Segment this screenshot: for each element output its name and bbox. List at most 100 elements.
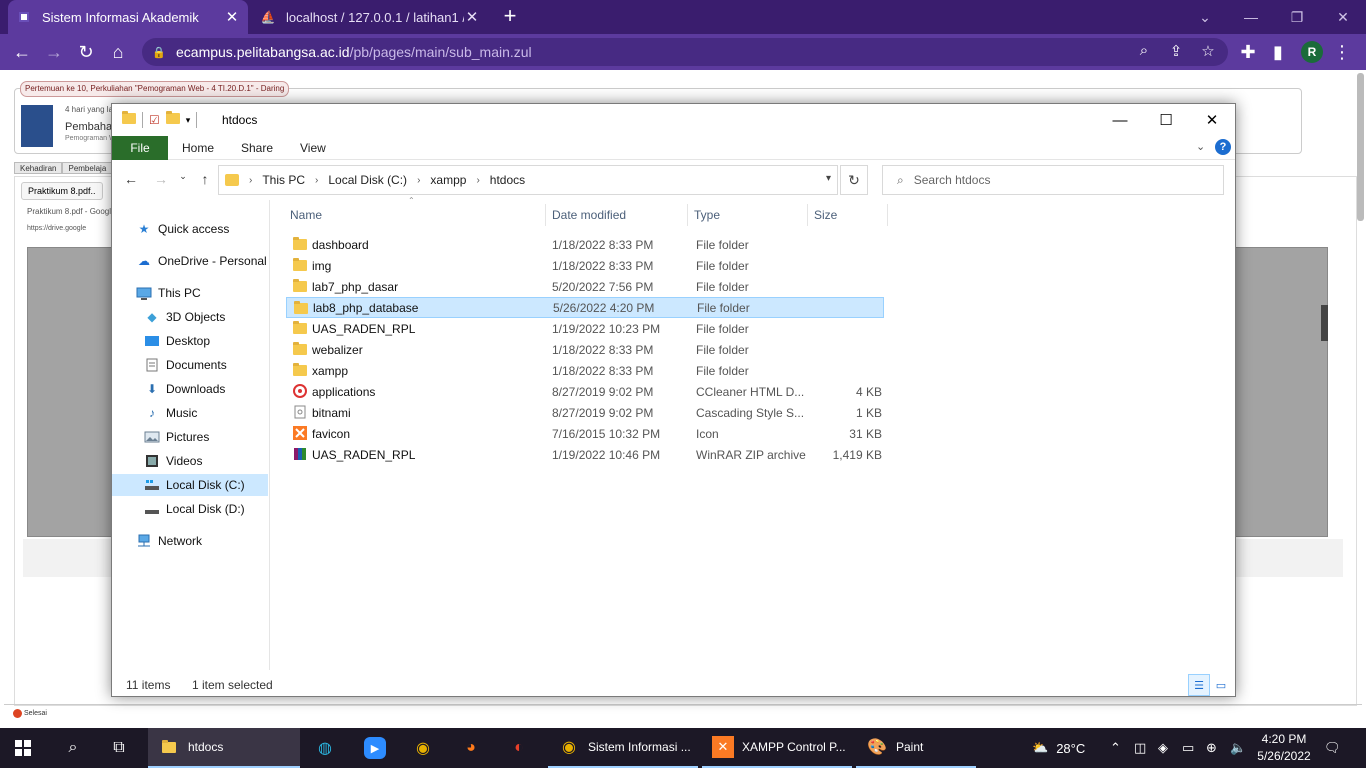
ccleaner-icon[interactable]: ◐ bbox=[508, 728, 530, 768]
close-tab-icon[interactable]: ✕ bbox=[464, 8, 480, 26]
forward-icon[interactable]: → bbox=[42, 40, 66, 64]
restore-icon[interactable]: ❐ bbox=[1274, 0, 1320, 34]
expand-ribbon-icon[interactable]: ⌄ bbox=[1196, 140, 1205, 153]
battery-icon[interactable]: ▭ bbox=[1182, 728, 1194, 768]
notification-icon[interactable]: 🗨 bbox=[1324, 728, 1341, 768]
close-tab-icon[interactable]: ✕ bbox=[224, 8, 240, 26]
nav-local-disk-c[interactable]: Local Disk (C:) bbox=[112, 474, 268, 496]
tab-pembelajaran[interactable]: Pembelaja bbox=[62, 162, 113, 174]
show-hidden-icons[interactable]: ⌃ bbox=[1110, 728, 1121, 768]
search-input[interactable]: ⌕ Search htdocs bbox=[882, 165, 1224, 195]
extensions-icon[interactable]: ✚ bbox=[1236, 40, 1260, 64]
viewer-scrollbar[interactable] bbox=[1321, 305, 1328, 341]
volume-icon[interactable]: 🔈 bbox=[1230, 728, 1246, 768]
file-row[interactable]: webalizer 1/18/2022 8:33 PM File folder bbox=[286, 339, 884, 360]
taskbar-clock[interactable]: 4:20 PM 5/26/2022 bbox=[1254, 731, 1314, 765]
nav-downloads[interactable]: ⬇ Downloads bbox=[112, 378, 268, 400]
home-icon[interactable]: ⌂ bbox=[106, 40, 130, 64]
chrome-icon[interactable]: ◉ bbox=[412, 728, 434, 768]
ribbon-home-tab[interactable]: Home bbox=[182, 141, 214, 155]
breadcrumb[interactable]: htdocs bbox=[490, 173, 525, 187]
column-header-size[interactable]: Size bbox=[808, 204, 888, 226]
new-folder-icon[interactable] bbox=[165, 111, 180, 127]
page-scrollbar[interactable] bbox=[1357, 73, 1364, 221]
breadcrumb[interactable]: This PC bbox=[262, 173, 305, 187]
customize-dropdown-icon[interactable]: ▾ bbox=[186, 115, 191, 126]
lock-icon[interactable]: 🔒 bbox=[152, 46, 166, 59]
browser-tab-active[interactable]: Sistem Informasi Akademik ✕ bbox=[8, 0, 248, 34]
column-header-type[interactable]: Type bbox=[688, 204, 808, 226]
column-header-date[interactable]: Date modified bbox=[546, 204, 688, 226]
profile-avatar[interactable]: R bbox=[1301, 41, 1323, 63]
back-icon[interactable]: ← bbox=[10, 40, 34, 64]
nav-pictures[interactable]: Pictures bbox=[112, 426, 268, 448]
taskbar-item-paint[interactable]: 🎨 Paint bbox=[856, 728, 976, 768]
ribbon-share-tab[interactable]: Share bbox=[241, 141, 273, 155]
breadcrumb[interactable]: Local Disk (C:) bbox=[328, 173, 407, 187]
meet-now-icon[interactable]: ◫ bbox=[1134, 728, 1146, 768]
zoom-app-icon[interactable]: ▶ bbox=[364, 728, 386, 768]
minimize-icon[interactable]: — bbox=[1097, 104, 1143, 136]
browser-tab[interactable]: ⛵ localhost / 127.0.0.1 / latihan1 / d ✕ bbox=[252, 0, 488, 34]
nav-this-pc[interactable]: This PC bbox=[112, 282, 268, 304]
nav-documents[interactable]: Documents bbox=[112, 354, 268, 376]
share-icon[interactable]: ⇪ bbox=[1166, 42, 1186, 60]
close-icon[interactable]: ✕ bbox=[1189, 104, 1235, 136]
reload-icon[interactable]: ↻ bbox=[74, 40, 98, 64]
security-icon[interactable]: ◈ bbox=[1158, 728, 1168, 768]
close-icon[interactable]: ✕ bbox=[1320, 0, 1366, 34]
menu-icon[interactable]: ⋮ bbox=[1330, 40, 1354, 64]
bookmark-star-icon[interactable]: ☆ bbox=[1198, 42, 1218, 60]
nav-network[interactable]: Network bbox=[112, 530, 268, 552]
file-row[interactable]: img 1/18/2022 8:33 PM File folder bbox=[286, 255, 884, 276]
file-row[interactable]: lab7_php_dasar 5/20/2022 7:56 PM File fold… bbox=[286, 276, 884, 297]
side-panel-icon[interactable]: ▮ bbox=[1266, 40, 1290, 64]
nav-local-disk-d[interactable]: Local Disk (D:) bbox=[112, 498, 268, 520]
file-row[interactable]: applications 8/27/2019 9:02 PM CCleaner HT… bbox=[286, 381, 884, 402]
maximize-icon[interactable]: ☐ bbox=[1143, 104, 1189, 136]
file-row[interactable]: bitnami 8/27/2019 9:02 PM Cascading Style … bbox=[286, 402, 884, 423]
task-view-button[interactable]: ⧉ bbox=[108, 728, 130, 768]
new-tab-button[interactable]: + bbox=[498, 5, 522, 29]
nav-music[interactable]: ♪ Music bbox=[112, 402, 268, 424]
meeting-notice[interactable]: Pertemuan ke 10, Perkuliahan "Pemograman… bbox=[20, 81, 290, 97]
nav-videos[interactable]: Videos bbox=[112, 450, 268, 472]
file-row[interactable]: UAS_RADEN_RPL 1/19/2022 10:46 PM WinRAR ZI… bbox=[286, 444, 884, 465]
up-icon[interactable]: ↑ bbox=[196, 171, 214, 187]
minimize-icon[interactable]: — bbox=[1228, 0, 1274, 34]
chevron-down-icon[interactable]: ▾ bbox=[826, 173, 831, 184]
column-header-name[interactable]: Name bbox=[284, 204, 546, 226]
ribbon-file-tab[interactable]: File bbox=[112, 136, 168, 160]
nav-desktop[interactable]: Desktop bbox=[112, 330, 268, 352]
file-row[interactable]: dashboard 1/18/2022 8:33 PM File folder bbox=[286, 234, 884, 255]
file-row[interactable]: UAS_RADEN_RPL 1/19/2022 10:23 PM File fold… bbox=[286, 318, 884, 339]
nav-3d-objects[interactable]: ◆ 3D Objects bbox=[112, 306, 268, 328]
search-button[interactable]: ⌕ bbox=[62, 728, 84, 768]
help-icon[interactable]: ? bbox=[1215, 139, 1231, 155]
drive-file-tab[interactable]: Praktikum 8.pdf.. bbox=[21, 182, 103, 200]
start-button[interactable] bbox=[12, 728, 34, 768]
nav-quick-access[interactable]: ★ Quick access bbox=[112, 218, 268, 240]
large-icons-view-icon[interactable]: ▭ bbox=[1210, 674, 1232, 696]
zoom-icon[interactable]: ⌕ bbox=[1134, 42, 1154, 59]
back-icon[interactable]: ← bbox=[122, 171, 140, 187]
forward-icon[interactable]: → bbox=[152, 171, 170, 187]
details-view-icon[interactable]: ☰ bbox=[1188, 674, 1210, 696]
tab-search-icon[interactable]: ⌄ bbox=[1182, 0, 1228, 34]
network-globe-icon[interactable]: ⊕ bbox=[1206, 728, 1217, 768]
properties-icon[interactable]: ☑ bbox=[149, 113, 160, 127]
taskbar-item-chrome[interactable]: ◉ Sistem Informasi ... bbox=[548, 728, 698, 768]
ribbon-view-tab[interactable]: View bbox=[300, 141, 326, 155]
breadcrumb[interactable]: xampp bbox=[430, 173, 466, 187]
address-bar[interactable]: › This PC › Local Disk (C:) › xampp › ht… bbox=[218, 165, 838, 195]
file-row[interactable]: lab8_php_database 5/26/2022 4:20 PM File f… bbox=[286, 297, 884, 318]
taskbar-item-xampp[interactable]: ✕ XAMPP Control P... bbox=[702, 728, 852, 768]
nav-onedrive[interactable]: ☁ OneDrive - Personal bbox=[112, 250, 268, 272]
weather-widget[interactable]: ⛅ 28°C bbox=[1032, 728, 1085, 768]
file-row[interactable]: favicon 7/16/2015 10:32 PM Icon 31 KB bbox=[286, 423, 884, 444]
edge-icon[interactable]: ◍ bbox=[314, 728, 336, 768]
address-bar[interactable]: 🔒 ecampus.pelitabangsa.ac.id/pb/pages/ma… bbox=[142, 38, 1228, 66]
file-row[interactable]: xampp 1/18/2022 8:33 PM File folder bbox=[286, 360, 884, 381]
refresh-icon[interactable]: ↻ bbox=[840, 165, 868, 195]
firefox-icon[interactable]: ◕ bbox=[460, 728, 482, 768]
